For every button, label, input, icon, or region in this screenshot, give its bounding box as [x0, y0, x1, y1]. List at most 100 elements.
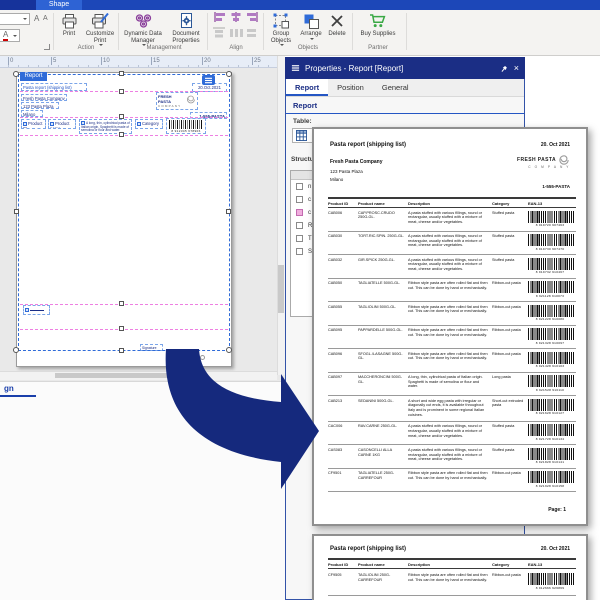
group-label-management: Management: [122, 45, 206, 51]
delete-x-icon: [330, 14, 344, 28]
selection-handle[interactable]: [119, 326, 124, 331]
font-size-combobox[interactable]: [0, 13, 30, 25]
structure-row-label: c: [308, 197, 311, 203]
subtab-report[interactable]: Report: [293, 101, 317, 110]
customize-print-label: Customize Print: [84, 31, 116, 44]
checkbox[interactable]: [296, 222, 303, 229]
group-separator: [53, 13, 54, 50]
preview-city: Milano: [330, 177, 343, 182]
barcode-cell: 8 921228 910080: [528, 305, 572, 322]
barcode-image: [528, 305, 574, 317]
font-color-button[interactable]: A: [0, 29, 20, 42]
table-row: CAB050 TAGLIATELLE 500G-GL. Ribbon style…: [328, 279, 576, 303]
close-icon[interactable]: ×: [514, 64, 519, 73]
ruler-tick: 10: [101, 57, 110, 65]
properties-header[interactable]: Properties - Report [Report] ×: [285, 57, 525, 79]
ribbon: A A A Print Customize Print Action Dynam…: [0, 10, 600, 56]
selection-handle[interactable]: [119, 71, 124, 76]
preview-phone: 1-555-PASTA: [542, 184, 570, 189]
barcode-image: [528, 375, 574, 387]
print-label: Print: [56, 31, 82, 38]
barcode-cell: 8 919720 907463: [528, 211, 572, 228]
barcode-image: [528, 352, 574, 364]
application-window: Shape A A A Print Customize Print Action…: [0, 0, 600, 600]
document-properties-label: Document Properties: [166, 31, 206, 44]
selection-handle[interactable]: [119, 348, 124, 353]
structure-row-label: n: [308, 184, 311, 190]
group-separator: [352, 13, 353, 50]
group-separator: [118, 13, 119, 50]
callout-arrow: [140, 335, 330, 505]
checkbox[interactable]: [296, 248, 303, 255]
arrange-icon: [304, 14, 319, 29]
barcode-image: [528, 573, 574, 585]
barcode-cell: 8 921128 910073: [528, 281, 572, 298]
report-selection-outline[interactable]: [18, 74, 230, 351]
preview-table-header: Product ID Product name Description Cate…: [328, 558, 576, 569]
barcode-cell: 8 921728 910134: [528, 424, 572, 441]
ruler-tick: 25: [252, 57, 261, 65]
tab-general[interactable]: General: [373, 79, 418, 96]
preview-title: Pasta report (shipping list): [330, 546, 406, 552]
buy-supplies-label: Buy Supplies: [356, 31, 400, 38]
selection-handle[interactable]: [119, 89, 124, 94]
barcode-cell: 8 921628 910127: [528, 399, 572, 418]
barcode-cell: 8 919730 907470: [528, 234, 572, 251]
barcode-image: [528, 448, 574, 460]
selection-handle[interactable]: [226, 209, 231, 214]
preview-date: 20. Oct 2021: [541, 142, 570, 148]
ruler-tick: 5: [51, 57, 56, 65]
table-icon: [296, 130, 307, 141]
preview-page-2: Pasta report (shipping list) 20. Oct 202…: [312, 534, 588, 600]
selection-handle[interactable]: [14, 209, 19, 214]
group-separator: [406, 13, 407, 50]
horizontal-ruler: 0 5 10 15 20 25: [0, 56, 277, 68]
band-menu-button[interactable]: [202, 75, 215, 85]
group-objects-icon: [273, 13, 290, 29]
tab-report[interactable]: Report: [286, 79, 328, 96]
preview-table: Product ID Product name Description Cate…: [328, 197, 576, 492]
table-row: CAB097 MACCHERONCINI 500G-GL. A long, th…: [328, 373, 576, 397]
barcode-image: [528, 471, 574, 483]
checkbox[interactable]: [296, 209, 303, 216]
dialog-launcher-icon[interactable]: [44, 44, 50, 50]
checkbox[interactable]: [296, 235, 303, 242]
selection-handle[interactable]: [119, 114, 124, 119]
checkbox[interactable]: [296, 196, 303, 203]
tab-shape[interactable]: Shape: [36, 0, 82, 10]
tab-design[interactable]: gn: [0, 384, 18, 393]
group-separator: [207, 13, 208, 50]
shrink-font-button[interactable]: A: [43, 15, 48, 22]
shopping-cart-icon: [369, 13, 388, 29]
selection-handle[interactable]: [119, 132, 124, 137]
ruler-tick: 20: [202, 57, 211, 65]
selection-handle[interactable]: [226, 71, 232, 77]
printer-pen-icon: [91, 13, 109, 29]
barcode-cell: 8 921428 910103: [528, 352, 572, 369]
printer-icon: [61, 14, 78, 29]
selection-handle[interactable]: [119, 301, 124, 306]
selection-handle[interactable]: [13, 347, 19, 353]
preview-page-footer: Page: 1: [548, 507, 566, 513]
table-row: CAC006 RAV.CARNE 250G-GL. A pasta stuffe…: [328, 422, 576, 446]
vertical-scrollbar-thumb[interactable]: [278, 265, 284, 313]
table-row: CAB032 GIR.SPICK 250G-GL. A pasta stuffe…: [328, 255, 576, 279]
barcode-cell: 8 912666 926869: [528, 573, 572, 590]
group-objects-label: Group Objects: [266, 31, 296, 44]
vertical-scrollbar[interactable]: [277, 56, 285, 375]
selection-handle[interactable]: [13, 71, 19, 77]
table-row: CF9505 TAGLIOLINI 250G-CARREFOUR Ribbon …: [328, 569, 576, 596]
align-icons[interactable]: [213, 12, 259, 38]
table-row: CAB030 TORT.RIC.SPIN. 250G-GL. A pasta s…: [328, 232, 576, 256]
ruler-tick: 0: [8, 57, 13, 65]
checkbox[interactable]: [296, 183, 303, 190]
barcode-image: [528, 328, 574, 340]
barcode-cell: 8 921328 910097: [528, 328, 572, 345]
report-band-tag[interactable]: Report: [20, 72, 47, 81]
tab-position[interactable]: Position: [328, 79, 373, 96]
grow-font-button[interactable]: A: [34, 14, 39, 23]
preview-table-rows: CAB006 CAP.PROSC.CRUDO 250G-GL. A pasta …: [328, 208, 576, 492]
table-label: Table:: [293, 118, 312, 125]
hamburger-icon[interactable]: [291, 64, 300, 72]
pin-icon[interactable]: [500, 64, 509, 73]
